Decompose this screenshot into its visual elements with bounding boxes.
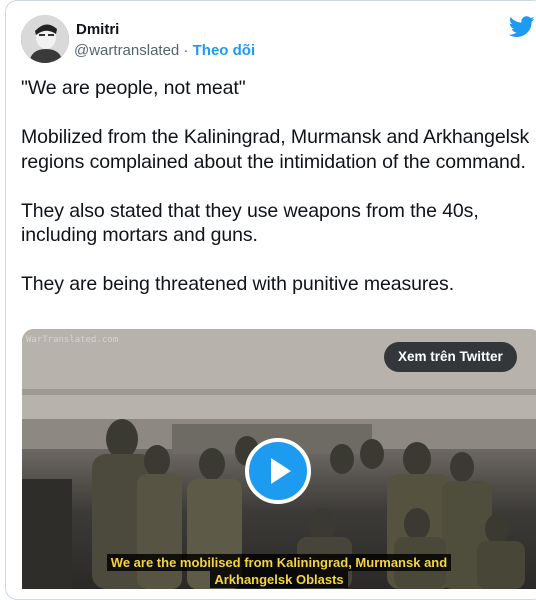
- author-handle-row: @wartranslated · Theo dõi: [74, 42, 255, 59]
- follow-link[interactable]: Theo dõi: [193, 42, 256, 59]
- separator-dot: ·: [183, 42, 189, 59]
- play-icon: [271, 458, 291, 484]
- video-subtitle-text: We are the mobilised from Kaliningrad, M…: [106, 554, 452, 588]
- video-subtitle: We are the mobilised from Kaliningrad, M…: [74, 554, 484, 588]
- twitter-bird-icon[interactable]: [509, 16, 535, 38]
- tweet-text: "We are people, not meat" Mobilized from…: [21, 77, 530, 295]
- avatar-photo: [21, 15, 69, 63]
- avatar[interactable]: [21, 15, 69, 63]
- watch-on-twitter-button[interactable]: Xem trên Twitter: [384, 342, 517, 372]
- author-handle[interactable]: @wartranslated: [74, 42, 179, 59]
- author-name[interactable]: Dmitri: [76, 21, 119, 38]
- video-player[interactable]: WarTranslated.com Xem trên Twitter We ar…: [22, 329, 536, 589]
- video-watermark: WarTranslated.com: [26, 335, 119, 345]
- play-button[interactable]: [245, 438, 311, 504]
